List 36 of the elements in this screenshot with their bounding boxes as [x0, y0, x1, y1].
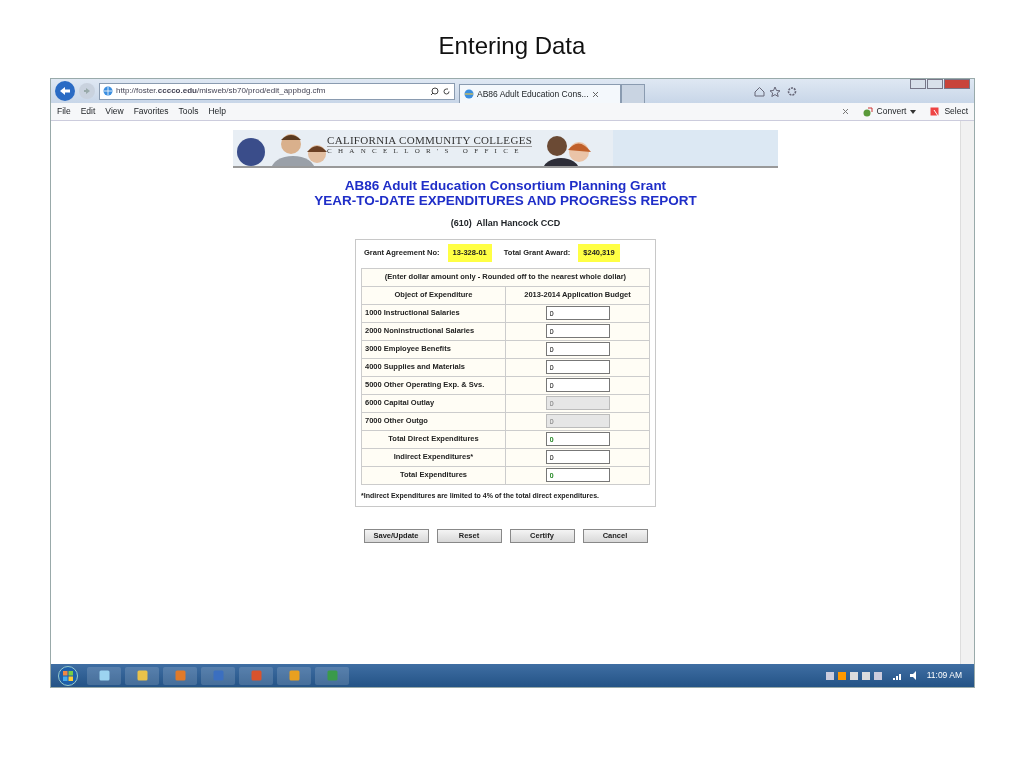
- menu-item[interactable]: Tools: [178, 105, 199, 118]
- page-subtitle: YEAR-TO-DATE EXPENDITURES AND PROGRESS REPORT: [314, 193, 697, 207]
- address-bar[interactable]: http://foster.cccco.edu/misweb/sb70/prod/edit_appbdg.cfm: [99, 82, 455, 100]
- refresh-icon[interactable]: [442, 86, 451, 96]
- toolbar-button[interactable]: Convert: [862, 105, 917, 118]
- menu-item[interactable]: File: [57, 105, 71, 118]
- app-icon[interactable]: [277, 666, 311, 685]
- menu-item[interactable]: View: [105, 105, 124, 118]
- arrow-icon: [59, 86, 71, 96]
- toolbar-icons[interactable]: [753, 85, 798, 97]
- page-title: AB86 Adult Education Consortium Planning Grant: [344, 179, 667, 193]
- globe-icon: [464, 89, 474, 99]
- browser-icon[interactable]: [87, 666, 121, 685]
- close-icon[interactable]: [591, 90, 599, 98]
- signal-icon[interactable]: [892, 671, 903, 680]
- district-name: (610) Allan Hancock CCD: [450, 217, 561, 230]
- menu-item[interactable]: Favorites: [133, 105, 169, 118]
- caret-icon: [910, 109, 917, 114]
- select-icon: [930, 106, 941, 117]
- folder-icon[interactable]: [125, 666, 159, 685]
- close-icon[interactable]: [841, 108, 849, 115]
- globe-icon: [103, 86, 113, 96]
- back-button[interactable]: [55, 81, 75, 101]
- clock: 11:09 AM: [926, 669, 962, 682]
- toolbar-button[interactable]: Select: [930, 105, 968, 118]
- menu-item[interactable]: Edit: [80, 105, 96, 118]
- menu-item[interactable]: Help: [208, 105, 226, 118]
- browser-tab[interactable]: AB86 Adult Education Cons...: [459, 84, 621, 103]
- search-icon[interactable]: [430, 86, 439, 96]
- start-icon[interactable]: [55, 665, 81, 686]
- window-controls[interactable]: [910, 79, 970, 89]
- convert-icon: [862, 106, 873, 117]
- arrow-icon: [83, 87, 91, 95]
- slide-title: Entering Data: [437, 31, 587, 61]
- logo-text: CALIFORNIA COMMUNITY COLLEGES: [327, 134, 533, 147]
- scrollbar[interactable]: [960, 121, 974, 664]
